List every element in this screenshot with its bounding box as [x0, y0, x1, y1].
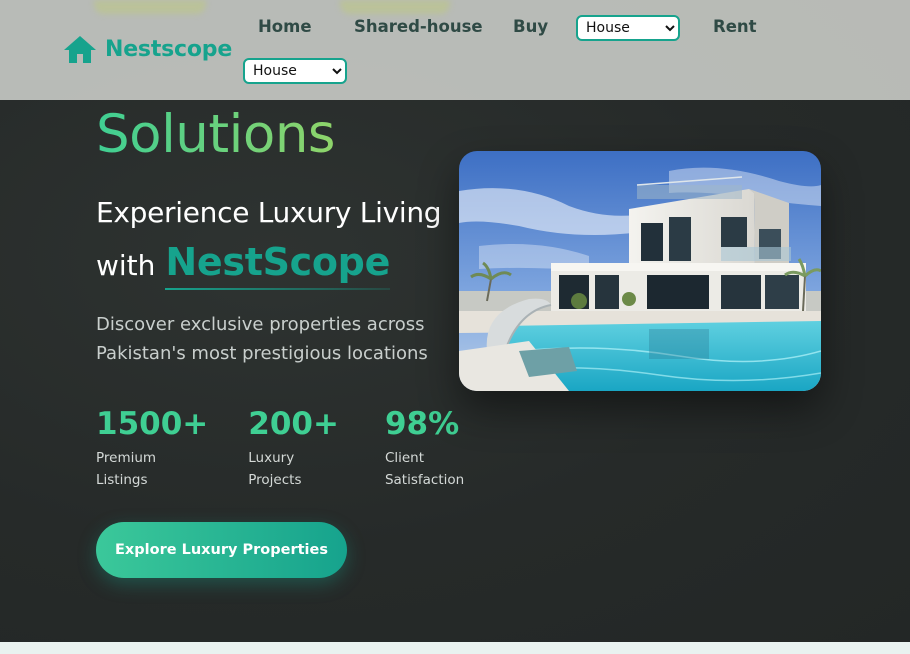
nav-decoration — [340, 0, 450, 14]
brand-highlight: NestScope — [165, 240, 391, 290]
next-section-edge — [0, 642, 910, 654]
explore-properties-button[interactable]: Explore Luxury Properties — [96, 522, 347, 578]
brand-underline — [165, 288, 391, 290]
stat-label: Luxury Projects — [248, 447, 308, 491]
stat-label-text: Premium Listings — [96, 450, 157, 488]
stat-value: 98% — [384, 406, 460, 442]
hero-subtitle: Experience Luxury Living — [96, 196, 442, 229]
stat-label-text: Luxury Projects — [248, 450, 302, 488]
stat-projects: 200+ Luxury Projects — [248, 402, 339, 491]
hero-title: Solutions — [96, 100, 336, 170]
with-word: with — [96, 249, 156, 282]
house-icon — [64, 36, 96, 63]
stats-row: 1500+ Premium Listings 200+ Luxury Proje… — [96, 402, 505, 491]
stat-label: Client Satisfaction — [385, 447, 465, 491]
top-navbar: Nestscope Home Shared-house Buy House Re… — [0, 0, 910, 100]
brand-highlight-text: NestScope — [165, 240, 391, 284]
brand-tagline: with NestScope — [96, 240, 391, 290]
nav-link-shared-house[interactable]: Shared-house — [354, 17, 483, 36]
nav-link-buy[interactable]: Buy — [513, 17, 548, 36]
stat-label-text: Client Satisfaction — [384, 450, 465, 488]
stat-label: Premium Listings — [96, 447, 166, 491]
nav-link-rent[interactable]: Rent — [713, 17, 757, 36]
stat-satisfaction: 98% Client Satisfaction — [385, 402, 465, 491]
buy-type-select[interactable]: House — [576, 15, 680, 41]
villa-pool-illustration — [459, 151, 821, 391]
hero-description: Discover exclusive properties across Pak… — [96, 314, 428, 364]
brand-name: Nestscope — [105, 36, 233, 62]
stat-listings: 1500+ Premium Listings — [96, 402, 208, 491]
nav-decoration — [94, 0, 206, 14]
nav-link-home[interactable]: Home — [258, 17, 312, 36]
stat-value: 1500+ — [96, 406, 209, 442]
rent-type-select[interactable]: House — [243, 58, 347, 84]
hero-property-image — [459, 151, 821, 391]
stat-value: 200+ — [248, 406, 339, 442]
brand-logo[interactable]: Nestscope — [63, 34, 232, 64]
